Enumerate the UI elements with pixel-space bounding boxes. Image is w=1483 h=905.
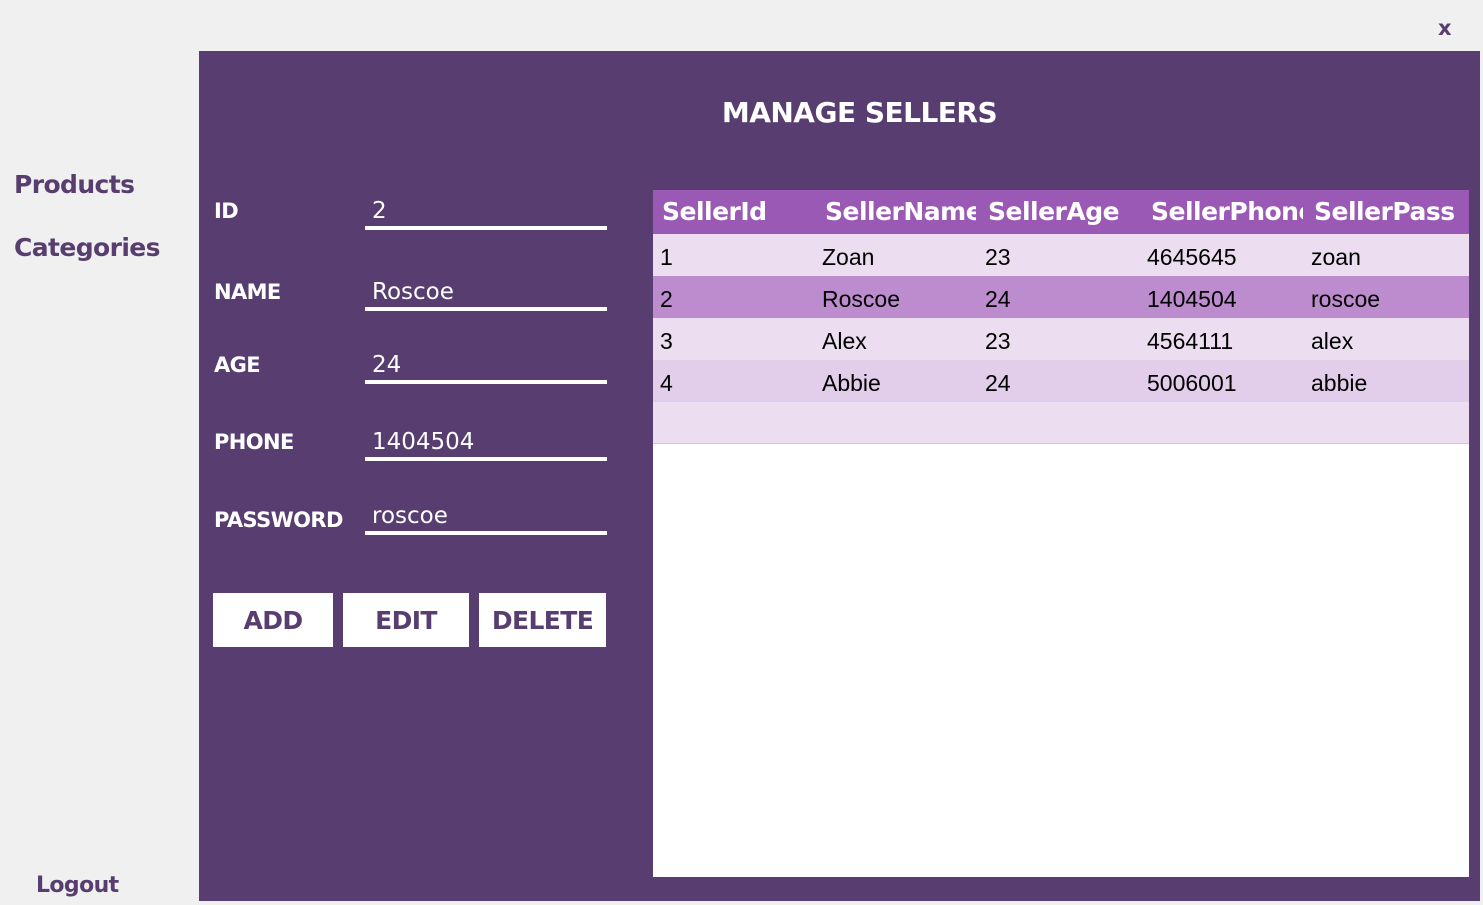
age-field[interactable]	[365, 350, 607, 384]
sidebar-item-products[interactable]: Products	[14, 170, 135, 199]
edit-button[interactable]: EDIT	[343, 593, 469, 647]
cell-seller-pass: abbie	[1311, 370, 1368, 396]
cell-seller-phone: 4645645	[1147, 244, 1237, 270]
cell-seller-phone: 1404504	[1147, 286, 1237, 312]
sellers-table[interactable]: SellerId SellerName SellerAge SellerPhon…	[653, 190, 1469, 877]
phone-field[interactable]	[365, 427, 607, 461]
cell-seller-pass: roscoe	[1311, 286, 1381, 312]
sidebar-item-categories[interactable]: Categories	[14, 233, 161, 262]
manage-sellers-panel: MANAGE SELLERS ID NAME AGE PHONE PASSWOR…	[199, 51, 1480, 901]
id-field[interactable]	[365, 196, 607, 230]
cell-seller-age: 24	[985, 286, 1011, 312]
column-header-seller-phone[interactable]: SellerPhone	[1151, 197, 1303, 226]
age-label: AGE	[214, 353, 261, 377]
cell-seller-age: 24	[985, 370, 1011, 396]
name-field[interactable]	[365, 277, 607, 311]
table-row[interactable]: 1 Zoan 23 4645645 zoan	[653, 234, 1469, 276]
id-label: ID	[214, 199, 239, 223]
cell-seller-phone: 4564111	[1147, 328, 1234, 354]
table-header: SellerId SellerName SellerAge SellerPhon…	[653, 190, 1469, 234]
column-header-seller-pass[interactable]: SellerPass	[1314, 197, 1469, 226]
cell-seller-phone: 5006001	[1147, 370, 1237, 396]
add-button[interactable]: ADD	[213, 593, 333, 647]
logout-link[interactable]: Logout	[36, 873, 119, 898]
cell-seller-id: 2	[660, 286, 673, 312]
password-label: PASSWORD	[214, 508, 343, 532]
phone-label: PHONE	[214, 430, 294, 454]
delete-button[interactable]: DELETE	[479, 593, 606, 647]
table-row[interactable]: 3 Alex 23 4564111 alex	[653, 318, 1469, 360]
cell-seller-age: 23	[985, 328, 1011, 354]
new-row-placeholder[interactable]	[653, 402, 1469, 444]
cell-seller-name: Zoan	[822, 244, 875, 270]
cell-seller-pass: alex	[1311, 328, 1354, 354]
cell-seller-pass: zoan	[1311, 244, 1361, 270]
cell-seller-id: 1	[660, 244, 673, 270]
close-button[interactable]: x	[1438, 16, 1452, 40]
page-title: MANAGE SELLERS	[721, 96, 998, 129]
cell-seller-name: Abbie	[822, 370, 881, 396]
cell-seller-name: Alex	[822, 328, 867, 354]
cell-seller-id: 3	[660, 328, 673, 354]
cell-seller-age: 23	[985, 244, 1011, 270]
name-label: NAME	[214, 280, 281, 304]
column-header-seller-name[interactable]: SellerName	[825, 197, 976, 226]
cell-seller-name: Roscoe	[822, 286, 900, 312]
table-row[interactable]: 4 Abbie 24 5006001 abbie	[653, 360, 1469, 402]
column-header-seller-age[interactable]: SellerAge	[988, 197, 1148, 226]
table-row-selected[interactable]: 2 Roscoe 24 1404504 roscoe	[653, 276, 1469, 318]
cell-seller-id: 4	[660, 370, 673, 396]
password-field[interactable]	[365, 501, 607, 535]
column-header-seller-id[interactable]: SellerId	[662, 197, 822, 226]
